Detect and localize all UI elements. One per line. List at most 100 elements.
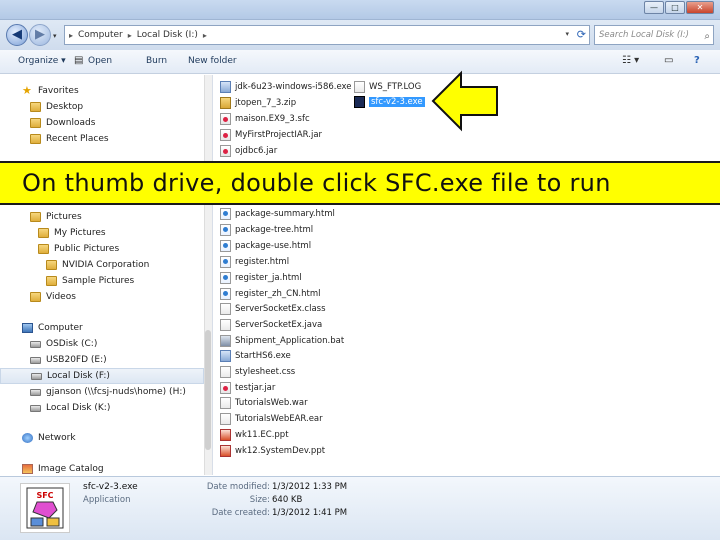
open-button[interactable]: Open (88, 56, 112, 66)
file-item[interactable]: jtopen_7_3.zip (220, 95, 296, 110)
file-item[interactable]: stylesheet.css (220, 364, 295, 379)
drive-icon (30, 356, 41, 364)
burn-button[interactable]: Burn (146, 56, 167, 66)
file-item[interactable]: WS_FTP.LOG (354, 79, 421, 94)
file-item[interactable]: StartHS6.exe (220, 348, 291, 363)
pane-divider[interactable] (212, 75, 213, 475)
file-item[interactable]: maison.EX9_3.sfc (220, 111, 310, 126)
sidebar-item[interactable]: USB20FD (E:) (0, 352, 204, 368)
sidebar-item[interactable]: Computer (0, 320, 204, 336)
file-item[interactable]: TutorialsWebEAR.ear (220, 411, 323, 426)
sidebar-item-label: Sample Pictures (62, 276, 135, 286)
maximize-button[interactable]: □ (665, 1, 685, 14)
sidebar-item[interactable]: Videos (0, 289, 204, 305)
file-item[interactable]: MyFirstProjectIAR.jar (220, 127, 322, 142)
html-file-icon (220, 271, 231, 284)
details-pane: SFC sfc-v2-3.exe Application Date modifi… (0, 476, 720, 540)
image-icon (22, 464, 33, 474)
window-controls: — □ ✕ (644, 1, 714, 14)
drive-icon (30, 404, 41, 412)
navigation-scrollbar-thumb[interactable] (205, 330, 211, 450)
history-dropdown-icon[interactable]: ▾ (53, 32, 57, 40)
breadcrumb-local-disk[interactable]: Local Disk (I:) (137, 30, 198, 40)
jar-file-icon (220, 144, 231, 157)
open-icon: ▤ (74, 55, 84, 66)
bat-file-icon (220, 334, 231, 347)
file-name: Shipment_Application.bat (235, 335, 345, 346)
sidebar-item[interactable]: NVIDIA Corporation (0, 257, 204, 273)
file-item[interactable]: Shipment_Application.bat (220, 333, 344, 348)
file-item[interactable]: package-use.html (220, 238, 311, 253)
address-root-chevron-icon[interactable]: ▸ (69, 31, 73, 40)
file-name: package-summary.html (235, 208, 335, 219)
sidebar-item[interactable]: Local Disk (F:) (0, 368, 204, 384)
file-name: stylesheet.css (235, 366, 296, 377)
sidebar-item[interactable]: Desktop (0, 99, 204, 115)
preview-pane-icon[interactable]: ▭ (664, 55, 673, 66)
breadcrumb-separator-icon[interactable]: ▸ (203, 31, 207, 40)
file-name: register.html (235, 256, 290, 267)
instruction-text: On thumb drive, double click SFC.exe fil… (22, 169, 611, 197)
view-options-icon[interactable]: ☷ ▾ (622, 55, 639, 66)
sidebar-item[interactable]: Sample Pictures (0, 273, 204, 289)
exe-file-icon (220, 349, 231, 362)
sidebar-item-label: Local Disk (K:) (46, 403, 111, 413)
file-item[interactable]: register_ja.html (220, 270, 302, 285)
jar-file-icon (220, 112, 231, 125)
sidebar-item[interactable]: Downloads (0, 115, 204, 131)
folder-icon (30, 292, 41, 302)
close-button[interactable]: ✕ (686, 1, 714, 14)
refresh-icon[interactable]: ⟳ (577, 28, 586, 41)
html-file-icon (220, 223, 231, 236)
file-item[interactable]: wk12.SystemDev.ppt (220, 443, 325, 458)
breadcrumb-separator-icon[interactable]: ▸ (128, 31, 132, 40)
ppt-file-icon (220, 428, 231, 441)
sidebar-item[interactable]: Pictures (0, 209, 204, 225)
address-dropdown-icon[interactable]: ▾ (565, 30, 569, 38)
sidebar-item[interactable]: Recent Places (0, 131, 204, 147)
sidebar-item-label: Pictures (46, 212, 82, 222)
file-item[interactable]: wk11.EC.ppt (220, 427, 289, 442)
organize-button[interactable]: Organize ▾ (18, 56, 66, 66)
file-item[interactable]: ojdbc6.jar (220, 143, 277, 158)
html-file-icon (220, 207, 231, 220)
minimize-button[interactable]: — (644, 1, 664, 14)
file-item[interactable]: testjar.jar (220, 380, 275, 395)
new-folder-button[interactable]: New folder (188, 56, 237, 66)
search-input[interactable]: Search Local Disk (I:) ⌕ (594, 25, 714, 45)
date-created-label: Date created: (211, 508, 270, 518)
file-list: jdk-6u23-windows-i586.exe jtopen_7_3.zip m… (214, 75, 720, 475)
sidebar-item[interactable]: ★ Favorites (0, 83, 204, 99)
sidebar-item[interactable]: My Pictures (0, 225, 204, 241)
file-item[interactable]: register.html (220, 254, 289, 269)
file-item[interactable]: ServerSocketEx.java (220, 317, 322, 332)
command-toolbar: Organize ▾ ▤ Open Burn New folder ☷ ▾ ▭ … (0, 50, 720, 74)
selected-file-item[interactable]: sfc-v2-3.exe (354, 94, 425, 109)
pointer-arrow-icon (431, 70, 498, 132)
search-icon[interactable]: ⌕ (704, 28, 710, 46)
html-file-icon (220, 287, 231, 300)
file-name: TutorialsWebEAR.ear (235, 413, 323, 424)
html-file-icon (220, 255, 231, 268)
address-bar[interactable]: ▸ Computer ▸ Local Disk (I:) ▸ ▾ ⟳ (64, 25, 590, 45)
file-item[interactable]: package-tree.html (220, 222, 313, 237)
network-icon (22, 433, 33, 443)
file-item[interactable]: TutorialsWeb.war (220, 395, 308, 410)
sidebar-item-label: Computer (38, 323, 83, 333)
instruction-banner: On thumb drive, double click SFC.exe fil… (0, 161, 720, 205)
forward-button[interactable]: ▶ (29, 24, 51, 46)
sidebar-item[interactable]: Public Pictures (0, 241, 204, 257)
file-item[interactable]: package-summary.html (220, 206, 335, 221)
css-file-icon (220, 396, 231, 409)
back-button[interactable]: ◀ (6, 24, 28, 46)
sidebar-item[interactable]: Image Catalog (0, 461, 204, 477)
file-item[interactable]: ServerSocketEx.class (220, 301, 326, 316)
file-item[interactable]: register_zh_CN.html (220, 286, 321, 301)
sidebar-item[interactable]: Network (0, 430, 204, 446)
sidebar-item[interactable]: gjanson (\\fcsj-nuds\home) (H:) (0, 384, 204, 400)
breadcrumb-computer[interactable]: Computer (78, 30, 123, 40)
sidebar-item[interactable]: Local Disk (K:) (0, 400, 204, 416)
sidebar-item[interactable]: OSDisk (C:) (0, 336, 204, 352)
help-icon[interactable]: ? (694, 55, 700, 66)
file-item[interactable]: jdk-6u23-windows-i586.exe (220, 79, 352, 94)
